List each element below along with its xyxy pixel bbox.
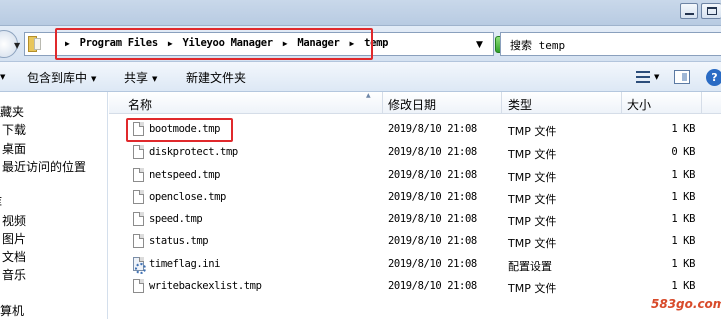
folder-icon (28, 36, 42, 52)
nav-music[interactable]: 音乐 (2, 266, 26, 283)
preview-pane-icon[interactable] (674, 70, 690, 84)
address-highlight-box (55, 28, 373, 60)
file-type: TMP 文件 (508, 171, 557, 184)
search-placeholder: 搜索 temp (510, 39, 566, 52)
file-size: 0 KB (671, 146, 695, 158)
file-date: 2019/8/10 21:08 (388, 146, 477, 158)
file-row[interactable]: openclose.tmp 2019/8/10 21:08 TMP 文件 1 K… (109, 187, 721, 209)
maximize-button[interactable] (701, 3, 721, 19)
nav-downloads[interactable]: 下载 (2, 121, 26, 138)
watermark: 583go.com (651, 297, 721, 311)
file-date: 2019/8/10 21:08 (388, 258, 477, 270)
nav-recent-places[interactable]: 最近访问的位置 (2, 158, 86, 175)
file-icon (133, 168, 144, 182)
include-in-library-label: 包含到库中 (27, 71, 88, 85)
new-folder-label: 新建文件夹 (186, 71, 247, 85)
minimize-icon (685, 13, 694, 15)
file-type: 配置设置 (508, 260, 552, 273)
share-button[interactable]: 共享 ▼ (124, 69, 157, 86)
file-type: TMP 文件 (508, 215, 557, 228)
file-row[interactable]: status.tmp 2019/8/10 21:08 TMP 文件 1 KB (109, 231, 721, 253)
include-in-library-button[interactable]: 包含到库中 ▼ (27, 69, 96, 86)
column-divider[interactable] (701, 92, 702, 114)
file-type: TMP 文件 (508, 282, 557, 295)
chevron-down-icon: ▼ (152, 74, 158, 83)
history-dropdown-icon[interactable]: ▼ (14, 41, 20, 50)
minimize-button[interactable] (680, 3, 698, 19)
file-date: 2019/8/10 21:08 (388, 280, 477, 292)
column-header-type[interactable]: 类型 (508, 96, 532, 113)
file-date: 2019/8/10 21:08 (388, 123, 477, 135)
command-bar: ▼ 包含到库中 ▼ 共享 ▼ 新建文件夹 ▼ ? (0, 62, 721, 92)
file-date: 2019/8/10 21:08 (388, 169, 477, 181)
help-icon[interactable]: ? (706, 69, 721, 86)
file-icon (133, 234, 144, 248)
file-name: netspeed.tmp (149, 169, 221, 181)
file-name: speed.tmp (149, 213, 203, 225)
file-date: 2019/8/10 21:08 (388, 213, 477, 225)
file-size: 1 KB (671, 123, 695, 135)
view-details-icon[interactable] (636, 71, 650, 83)
file-row[interactable]: netspeed.tmp 2019/8/10 21:08 TMP 文件 1 KB (109, 165, 721, 187)
file-row[interactable]: writebackexlist.tmp 2019/8/10 21:08 TMP … (109, 276, 721, 298)
file-row[interactable]: diskprotect.tmp 2019/8/10 21:08 TMP 文件 0… (109, 142, 721, 164)
file-name: timeflag.ini (149, 258, 221, 270)
nav-libraries[interactable]: 库 (0, 193, 2, 210)
chevron-down-icon: ▼ (91, 74, 97, 83)
file-size: 1 KB (671, 258, 695, 270)
column-divider[interactable] (501, 92, 502, 114)
file-size: 1 KB (671, 169, 695, 181)
column-header-row: ▲ 名称 修改日期 类型 大小 (109, 92, 721, 114)
column-header-name[interactable]: 名称 (128, 96, 152, 113)
file-size: 1 KB (671, 191, 695, 203)
address-dropdown-icon[interactable]: ▼ (476, 40, 483, 50)
title-bar (0, 0, 721, 26)
file-icon (133, 145, 144, 159)
file-size: 1 KB (671, 213, 695, 225)
share-label: 共享 (124, 71, 149, 85)
file-name: diskprotect.tmp (149, 146, 238, 158)
file-type: TMP 文件 (508, 148, 557, 161)
column-header-size[interactable]: 大小 (627, 96, 651, 113)
column-divider[interactable] (382, 92, 383, 114)
file-row[interactable]: speed.tmp 2019/8/10 21:08 TMP 文件 1 KB (109, 209, 721, 231)
nav-desktop[interactable]: 桌面 (2, 140, 26, 157)
organize-dropdown-icon[interactable]: ▼ (0, 69, 5, 83)
file-size: 1 KB (671, 235, 695, 247)
nav-computer[interactable]: 计算机 (0, 302, 24, 319)
file-name: openclose.tmp (149, 191, 226, 203)
nav-pictures[interactable]: 图片 (2, 230, 26, 247)
search-input[interactable]: 搜索 temp (500, 32, 721, 56)
nav-documents[interactable]: 文档 (2, 248, 26, 265)
navigation-pane: 收藏夹 下载 桌面 最近访问的位置 库 视频 图片 文档 音乐 计算机 (0, 92, 108, 319)
file-type: TMP 文件 (508, 237, 557, 250)
file-name: status.tmp (149, 235, 209, 247)
file-date: 2019/8/10 21:08 (388, 235, 477, 247)
file-date: 2019/8/10 21:08 (388, 191, 477, 203)
column-header-date[interactable]: 修改日期 (388, 96, 436, 113)
view-dropdown-icon[interactable]: ▼ (654, 73, 659, 81)
maximize-icon (707, 7, 717, 15)
column-divider[interactable] (621, 92, 622, 114)
file-name: writebackexlist.tmp (149, 280, 262, 292)
file-type: TMP 文件 (508, 125, 557, 138)
file-highlight-box (126, 118, 233, 142)
sort-ascending-icon: ▲ (366, 92, 371, 99)
new-folder-button[interactable]: 新建文件夹 (186, 69, 246, 86)
nav-favorites[interactable]: 收藏夹 (0, 103, 24, 120)
file-icon (133, 212, 144, 226)
file-icon (133, 190, 144, 204)
file-size: 1 KB (671, 280, 695, 292)
nav-videos[interactable]: 视频 (2, 212, 26, 229)
file-icon (133, 279, 144, 293)
file-row[interactable]: timeflag.ini 2019/8/10 21:08 配置设置 1 KB (109, 254, 721, 276)
file-type: TMP 文件 (508, 193, 557, 206)
settings-file-icon (133, 257, 146, 274)
